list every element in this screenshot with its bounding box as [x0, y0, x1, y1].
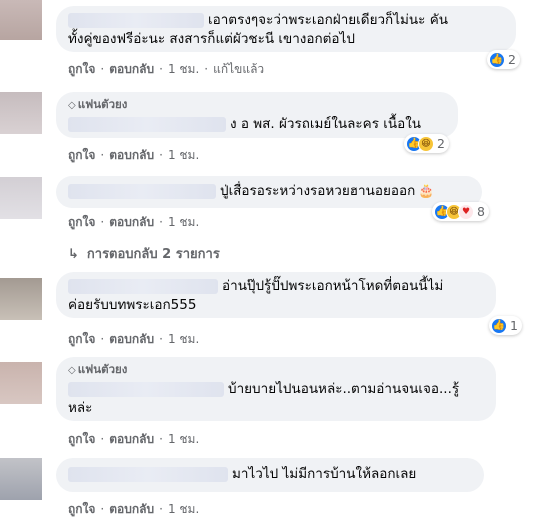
reply-button[interactable]: ตอบกลับ — [109, 148, 154, 162]
comment-text: เอาตรงๆจะว่าพระเอกฝ่ายเดียวก็ไม่นะ คัน — [208, 12, 448, 28]
edited-label[interactable]: แก้ไขแล้ว — [213, 62, 264, 76]
like-button[interactable]: ถูกใจ — [68, 62, 95, 76]
reaction-summary[interactable]: 👍 2 — [487, 50, 520, 69]
avatar[interactable] — [0, 0, 42, 40]
view-replies-link[interactable]: ↳ การตอบกลับ 2 รายการ — [68, 243, 220, 264]
redacted-name — [68, 381, 224, 397]
like-button[interactable]: ถูกใจ — [68, 215, 95, 229]
reply-button[interactable]: ตอบกลับ — [109, 432, 154, 446]
comment-text: มาไวไป ไม่มีการบ้านให้ลอกเลย — [232, 466, 417, 482]
comment-actions: ถูกใจ · ตอบกลับ · 1 ชม. — [68, 332, 200, 346]
reaction-count: 2 — [437, 136, 445, 151]
comment-text: หล่ะ — [68, 400, 93, 416]
comment-text: บ้ายบายไปนอนหล่ะ..ตามอ่านจนเจอ...รู้ — [228, 381, 460, 397]
comment-text: ง อ พส. ผัวรถเมย์ในละคร เนื้อใน — [230, 116, 422, 132]
top-fan-badge: ◇ แฟนตัวยง — [68, 362, 128, 376]
comment-text: ทั้งคู่ของฟรีอ่ะนะ สงสารก็แต่ผัวชะนี เขา… — [68, 31, 355, 47]
reply-arrow-icon: ↳ — [68, 247, 79, 262]
comment-actions: ถูกใจ · ตอบกลับ · 1 ชม. — [68, 502, 200, 516]
timestamp[interactable]: 1 ชม. — [168, 215, 199, 229]
reaction-summary[interactable]: 👍 1 — [489, 316, 522, 335]
comment-text: อ่านปุ๊ปรู้ปั๊ปพระเอกหน้าโหดที่ตอนนี้ไม่ — [222, 278, 444, 294]
redacted-name — [68, 116, 226, 132]
redacted-name — [68, 466, 228, 482]
comment-text: ปู่เสื่อรอระหว่างรอหวยฮานอยออก — [220, 183, 416, 199]
reaction-summary[interactable]: 👍 😆 ♥ 8 — [432, 202, 489, 221]
comment-bubble: ◇ แฟนตัวยง บ้ายบายไปนอนหล่ะ..ตามอ่านจนเจอ… — [56, 357, 496, 421]
comment-bubble: เอาตรงๆจะว่าพระเอกฝ่ายเดียวก็ไม่นะ คัน ท… — [56, 6, 516, 52]
redacted-name — [68, 278, 218, 294]
comment-bubble: ปู่เสื่อรอระหว่างรอหวยฮานอยออก 🎂 — [56, 176, 482, 208]
top-fan-badge: ◇ แฟนตัวยง — [68, 97, 128, 111]
like-reaction-icon: 👍 — [491, 317, 507, 334]
timestamp[interactable]: 1 ชม. — [168, 502, 199, 516]
diamond-icon: ◇ — [68, 365, 76, 376]
timestamp[interactable]: 1 ชม. — [168, 432, 199, 446]
comment-text: ค่อยรับบทพระเอก555 — [68, 297, 197, 313]
comment-bubble: มาไวไป ไม่มีการบ้านให้ลอกเลย — [56, 458, 484, 492]
reaction-count: 8 — [477, 204, 485, 219]
comment-actions: ถูกใจ · ตอบกลับ · 1 ชม. — [68, 148, 200, 162]
like-button[interactable]: ถูกใจ — [68, 502, 95, 516]
like-button[interactable]: ถูกใจ — [68, 148, 95, 162]
timestamp[interactable]: 1 ชม. — [168, 148, 199, 162]
diamond-icon: ◇ — [68, 100, 76, 111]
reply-button[interactable]: ตอบกลับ — [109, 332, 154, 346]
timestamp[interactable]: 1 ชม. — [168, 62, 199, 76]
reply-button[interactable]: ตอบกลับ — [109, 502, 154, 516]
like-reaction-icon: 👍 — [489, 51, 505, 68]
reaction-count: 1 — [510, 318, 518, 333]
avatar[interactable] — [0, 278, 42, 320]
reply-button[interactable]: ตอบกลับ — [109, 215, 154, 229]
comment-actions: ถูกใจ · ตอบกลับ · 1 ชม. — [68, 215, 200, 229]
reaction-summary[interactable]: 👍 😆 2 — [404, 134, 449, 153]
like-button[interactable]: ถูกใจ — [68, 432, 95, 446]
avatar[interactable] — [0, 458, 42, 500]
comment-actions: ถูกใจ · ตอบกลับ · 1 ชม. — [68, 432, 200, 446]
birthday-cake-emoji: 🎂 — [418, 184, 435, 199]
haha-reaction-icon: 😆 — [418, 135, 434, 152]
redacted-name — [68, 183, 216, 199]
comment-bubble: ◇ แฟนตัวยง ง อ พส. ผัวรถเมย์ในละคร เนื้อใ… — [56, 92, 458, 138]
avatar[interactable] — [0, 362, 42, 404]
reaction-count: 2 — [508, 52, 516, 67]
redacted-name — [68, 12, 204, 28]
reply-button[interactable]: ตอบกลับ — [109, 62, 154, 76]
timestamp[interactable]: 1 ชม. — [168, 332, 199, 346]
avatar[interactable] — [0, 177, 42, 219]
avatar[interactable] — [0, 92, 42, 134]
comment-actions: ถูกใจ · ตอบกลับ · 1 ชม. · แก้ไขแล้ว — [68, 62, 265, 76]
like-button[interactable]: ถูกใจ — [68, 332, 95, 346]
care-reaction-icon: ♥ — [458, 203, 474, 220]
comment-bubble: อ่านปุ๊ปรู้ปั๊ปพระเอกหน้าโหดที่ตอนนี้ไม่… — [56, 272, 496, 318]
